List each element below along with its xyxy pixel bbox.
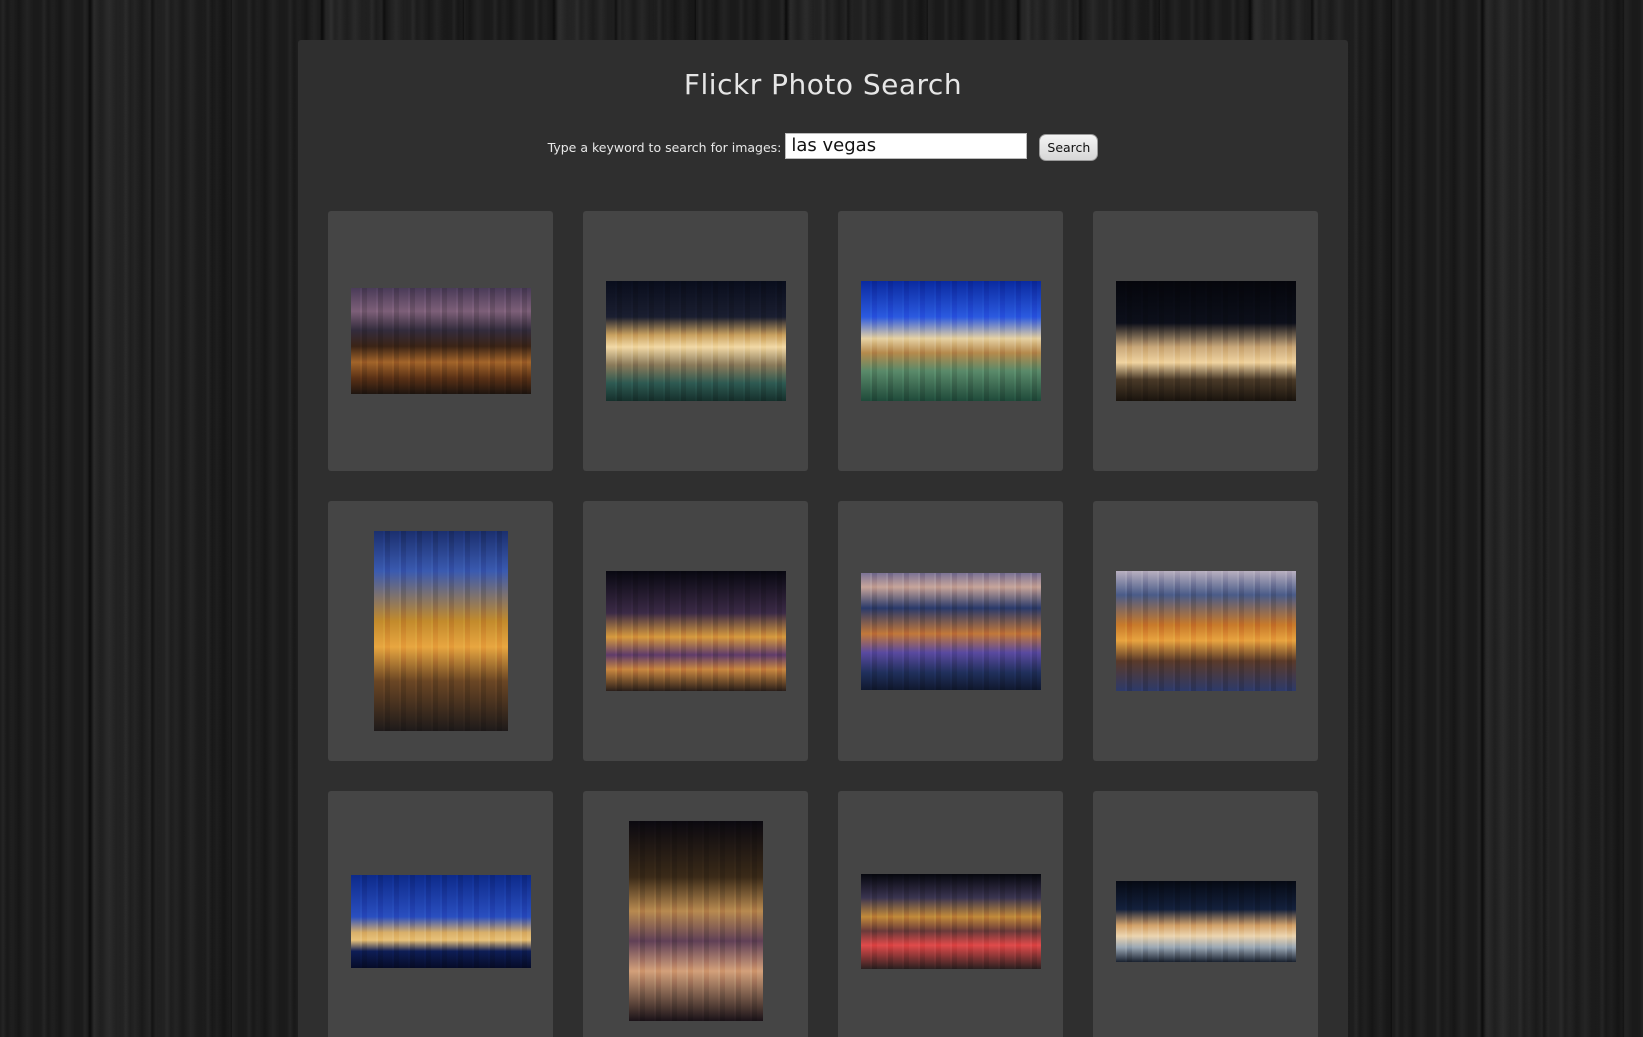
page-title: Flickr Photo Search: [683, 68, 963, 101]
photo-card: [838, 791, 1063, 1037]
photo-card: [838, 211, 1063, 471]
photo-card: [1093, 211, 1318, 471]
photo-card: [328, 501, 553, 761]
photo-thumbnail[interactable]: [1115, 571, 1296, 691]
photo-card: [1093, 501, 1318, 761]
search-input[interactable]: [785, 132, 1028, 159]
photo-thumbnail[interactable]: [860, 873, 1041, 969]
photo-card: [328, 211, 553, 471]
photo-thumbnail[interactable]: [1115, 281, 1296, 401]
main-panel: Flickr Photo Search Type a keyword to se…: [298, 40, 1348, 1037]
photo-card: [583, 501, 808, 761]
photo-thumbnail[interactable]: [860, 281, 1041, 401]
search-button[interactable]: Search: [1039, 134, 1099, 161]
photo-thumbnail[interactable]: [350, 874, 531, 968]
photo-thumbnail[interactable]: [860, 572, 1041, 690]
photo-thumbnail[interactable]: [350, 288, 531, 394]
photo-card: [1093, 791, 1318, 1037]
photo-card: [838, 501, 1063, 761]
search-form: Type a keyword to search for images: Sea…: [298, 130, 1348, 161]
photo-card: [583, 211, 808, 471]
photo-card: [328, 791, 553, 1037]
photo-thumbnail[interactable]: [373, 531, 508, 731]
photo-thumbnail[interactable]: [605, 281, 786, 401]
photo-thumbnail[interactable]: [628, 821, 763, 1021]
photo-thumbnail[interactable]: [605, 571, 786, 691]
photo-grid: [328, 211, 1318, 1037]
photo-thumbnail[interactable]: [1115, 880, 1296, 962]
photo-card: [583, 791, 808, 1037]
search-label: Type a keyword to search for images:: [547, 140, 782, 155]
